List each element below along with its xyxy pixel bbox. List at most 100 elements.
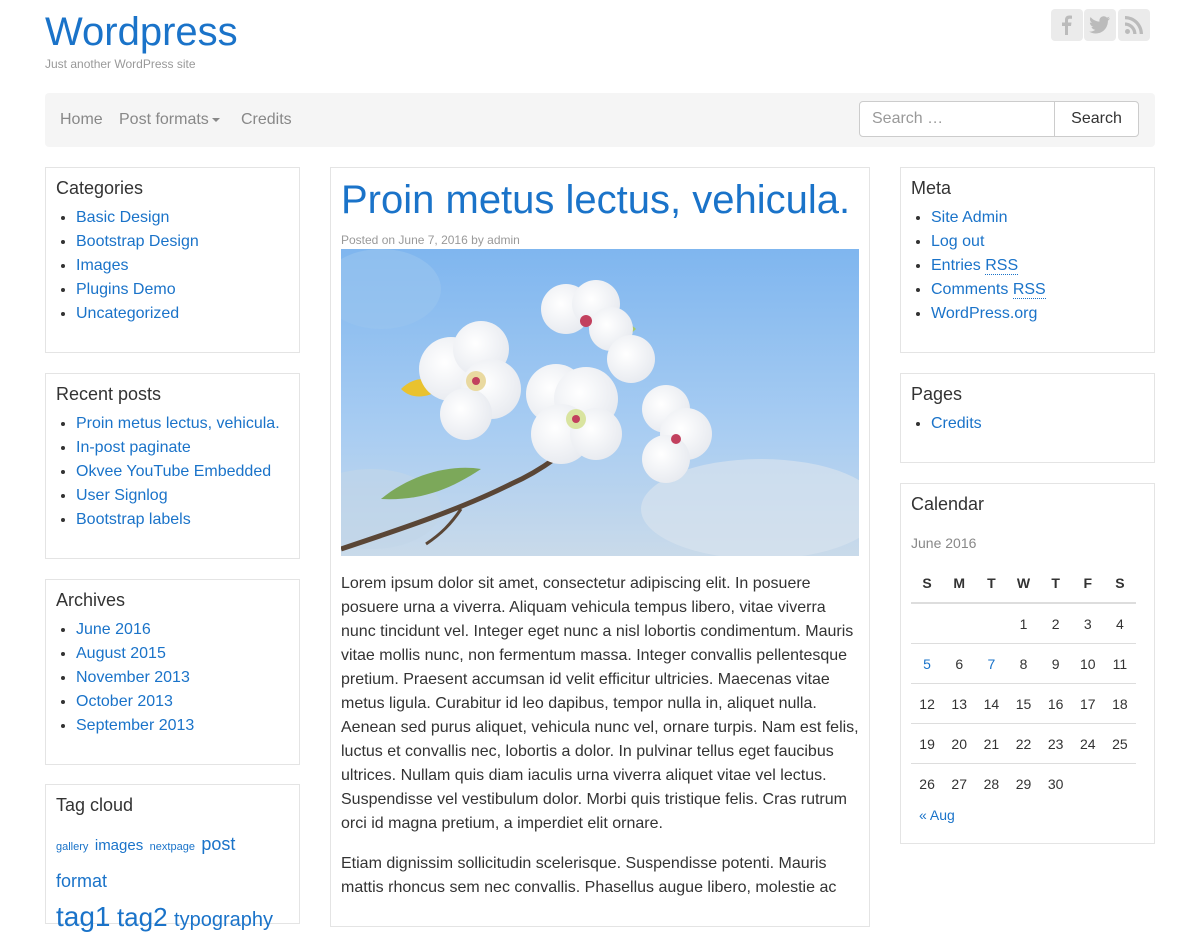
calendar-week-row: 5 6 7 8 9 10 11 xyxy=(911,643,1136,684)
post-author-link[interactable]: admin xyxy=(487,233,520,247)
site-title[interactable]: Wordpress xyxy=(45,10,238,54)
list-item: In-post paginate xyxy=(76,436,280,460)
categories-widget: Categories Basic Design Bootstrap Design… xyxy=(45,167,300,353)
recent-post-link[interactable]: In-post paginate xyxy=(76,439,191,456)
calendar-day-cell: 7 xyxy=(975,643,1008,684)
list-item: Bootstrap labels xyxy=(76,508,280,532)
nav-credits[interactable]: Credits xyxy=(241,111,292,129)
log-out-link[interactable]: Log out xyxy=(931,233,984,250)
calendar-day: 9 xyxy=(1039,643,1072,684)
tag-link[interactable]: nextpage xyxy=(150,841,195,853)
calendar-day: 11 xyxy=(1103,643,1136,684)
list-item: Credits xyxy=(931,412,982,436)
recent-posts-list: Proin metus lectus, vehicula. In-post pa… xyxy=(56,412,280,532)
recent-post-link[interactable]: Okvee YouTube Embedded xyxy=(76,463,271,480)
facebook-icon[interactable] xyxy=(1050,9,1083,41)
by-label: by xyxy=(471,233,484,247)
category-link[interactable]: Images xyxy=(76,257,128,274)
search-input[interactable] xyxy=(859,101,1055,137)
rss-abbr: RSS xyxy=(985,257,1019,275)
tag-cloud-title: Tag cloud xyxy=(56,795,134,815)
list-item: Bootstrap Design xyxy=(76,230,199,254)
recent-posts-title: Recent posts xyxy=(56,384,162,404)
calendar-day: 26 xyxy=(911,763,944,803)
nav-home[interactable]: Home xyxy=(60,111,103,129)
list-item: Proin metus lectus, vehicula. xyxy=(76,412,280,436)
recent-post-link[interactable]: Proin metus lectus, vehicula. xyxy=(76,415,280,432)
calendar-day: 25 xyxy=(1103,723,1136,764)
category-link[interactable]: Basic Design xyxy=(76,209,169,226)
tag-link[interactable]: images xyxy=(95,837,143,854)
archive-link[interactable]: June 2016 xyxy=(76,621,151,638)
post-paragraph: Lorem ipsum dolor sit amet, consectetur … xyxy=(341,575,859,832)
pages-list: Credits xyxy=(911,412,982,436)
calendar-day xyxy=(975,602,1008,644)
rss-icon[interactable] xyxy=(1117,9,1150,41)
list-item: User Signlog xyxy=(76,484,280,508)
social-links xyxy=(1049,9,1150,41)
category-link[interactable]: Bootstrap Design xyxy=(76,233,199,250)
page-link[interactable]: Credits xyxy=(931,415,982,432)
list-item: Site Admin xyxy=(931,206,1046,230)
archive-link[interactable]: August 2015 xyxy=(76,645,166,662)
nav-post-formats[interactable]: Post formats xyxy=(119,111,220,129)
archive-link[interactable]: September 2013 xyxy=(76,717,194,734)
search-button[interactable]: Search xyxy=(1054,101,1139,137)
calendar-day: 30 xyxy=(1039,763,1072,803)
pages-widget: Pages Credits xyxy=(900,373,1155,463)
twitter-icon[interactable] xyxy=(1084,9,1116,41)
calendar-prev-link[interactable]: « Aug xyxy=(919,807,955,823)
weekday-header: F xyxy=(1071,564,1104,604)
calendar-day: 1 xyxy=(1007,602,1040,644)
post-paragraph: Etiam dignissim sollicitudin scelerisque… xyxy=(341,855,837,896)
post-article: Proin metus lectus, vehicula. Posted on … xyxy=(330,167,870,927)
comments-rss-link[interactable]: Comments RSS xyxy=(931,281,1046,299)
calendar-day: 27 xyxy=(943,763,976,803)
post-title[interactable]: Proin metus lectus, vehicula. xyxy=(341,178,850,223)
list-item: October 2013 xyxy=(76,690,194,714)
post-featured-image xyxy=(341,249,859,556)
weekday-header: W xyxy=(1007,564,1040,604)
calendar-day-link[interactable]: 5 xyxy=(923,656,931,672)
tag-link[interactable]: tag2 xyxy=(117,902,168,932)
weekday-header: S xyxy=(1103,564,1136,604)
calendar-widget: Calendar June 2016 S M T W T F S 1 2 3 4 xyxy=(900,483,1155,844)
list-item: August 2015 xyxy=(76,642,194,666)
tag-link[interactable]: typography xyxy=(174,909,273,931)
calendar-day: 6 xyxy=(943,643,976,684)
calendar-day xyxy=(1103,763,1136,803)
list-item: WordPress.org xyxy=(931,302,1046,326)
calendar-day: 19 xyxy=(911,723,944,764)
comments-label: Comments xyxy=(931,281,1009,298)
category-link[interactable]: Plugins Demo xyxy=(76,281,176,298)
calendar-day-link[interactable]: 7 xyxy=(987,656,995,672)
calendar-table: S M T W T F S 1 2 3 4 5 6 7 8 9 10 11 12… xyxy=(911,564,1136,803)
archive-link[interactable]: October 2013 xyxy=(76,693,173,710)
tag-cloud: gallery images nextpage post format tag1… xyxy=(56,827,288,939)
list-item: Log out xyxy=(931,230,1046,254)
archive-link[interactable]: November 2013 xyxy=(76,669,190,686)
entries-rss-link[interactable]: Entries RSS xyxy=(931,257,1019,275)
recent-post-link[interactable]: Bootstrap labels xyxy=(76,511,191,528)
post-meta: Posted on June 7, 2016 by admin xyxy=(341,233,520,247)
post-date-link[interactable]: June 7, 2016 xyxy=(398,233,467,247)
calendar-day: 15 xyxy=(1007,683,1040,724)
posted-on-label: Posted on xyxy=(341,233,396,247)
calendar-week-row: 1 2 3 4 xyxy=(911,602,1136,644)
calendar-day: 17 xyxy=(1071,683,1104,724)
tag-link[interactable]: tag1 xyxy=(56,901,111,932)
list-item: Images xyxy=(76,254,199,278)
rss-abbr: RSS xyxy=(1012,281,1046,299)
tag-cloud-widget: Tag cloud gallery images nextpage post f… xyxy=(45,784,300,932)
calendar-day: 22 xyxy=(1007,723,1040,764)
calendar-weekday-row: S M T W T F S xyxy=(911,564,1136,604)
calendar-day: 14 xyxy=(975,683,1008,724)
recent-post-link[interactable]: User Signlog xyxy=(76,487,168,504)
tag-link[interactable]: gallery xyxy=(56,841,88,853)
list-item: Plugins Demo xyxy=(76,278,199,302)
wordpress-org-link[interactable]: WordPress.org xyxy=(931,305,1037,322)
nav-post-formats-label: Post formats xyxy=(119,111,209,128)
category-link[interactable]: Uncategorized xyxy=(76,305,179,322)
site-admin-link[interactable]: Site Admin xyxy=(931,209,1007,226)
calendar-day: 10 xyxy=(1071,643,1104,684)
